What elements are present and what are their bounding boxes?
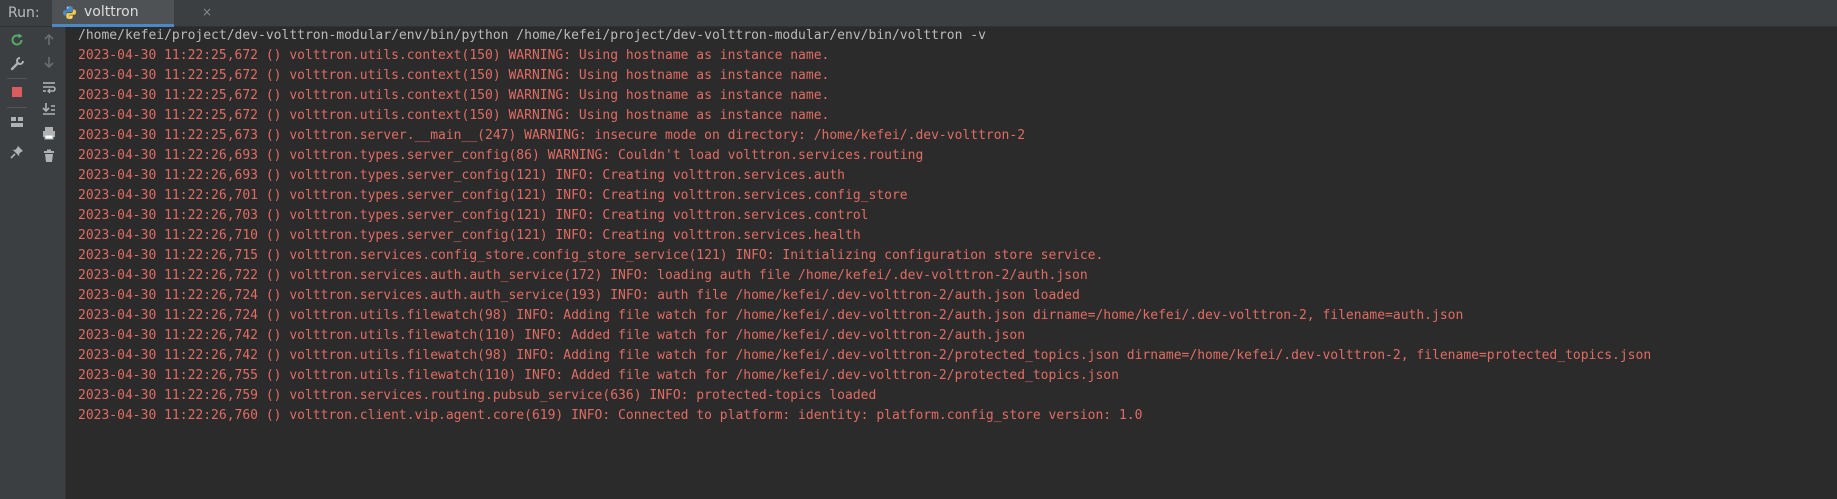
log-line: 2023-04-30 11:22:26,693 () volttron.type…	[78, 168, 846, 183]
command-line: /home/kefei/project/dev-volttron-modular…	[78, 28, 986, 43]
wrench-icon[interactable]	[6, 53, 28, 75]
log-line: 2023-04-30 11:22:25,673 () volttron.serv…	[78, 128, 1026, 143]
console-output[interactable]: /home/kefei/project/dev-volttron-modular…	[66, 27, 1837, 499]
run-tab-bar: Run: volttron ×	[0, 0, 1837, 27]
log-line: 2023-04-30 11:22:26,742 () volttron.util…	[78, 328, 1026, 343]
down-arrow-icon[interactable]	[38, 51, 60, 73]
soft-wrap-icon[interactable]	[38, 76, 60, 98]
python-icon	[62, 5, 77, 20]
log-line: 2023-04-30 11:22:26,701 () volttron.type…	[78, 188, 908, 203]
stop-icon[interactable]	[6, 81, 28, 103]
scroll-to-end-icon[interactable]	[38, 98, 60, 120]
run-label: Run:	[8, 5, 40, 21]
log-line: 2023-04-30 11:22:26,755 () volttron.util…	[78, 368, 1119, 383]
up-arrow-icon[interactable]	[38, 29, 60, 51]
log-line: 2023-04-30 11:22:26,742 () volttron.util…	[78, 348, 1652, 363]
log-line: 2023-04-30 11:22:26,724 () volttron.util…	[78, 308, 1464, 323]
log-line: 2023-04-30 11:22:26,722 () volttron.serv…	[78, 268, 1088, 283]
log-line: 2023-04-30 11:22:26,724 () volttron.serv…	[78, 288, 1080, 303]
rerun-icon[interactable]	[6, 29, 28, 51]
log-line: 2023-04-30 11:22:25,672 () volttron.util…	[78, 88, 830, 103]
log-line: 2023-04-30 11:22:25,672 () volttron.util…	[78, 68, 830, 83]
log-line: 2023-04-30 11:22:26,759 () volttron.serv…	[78, 388, 877, 403]
log-line: 2023-04-30 11:22:26,760 () volttron.clie…	[78, 408, 1143, 423]
log-line: 2023-04-30 11:22:25,672 () volttron.util…	[78, 108, 830, 123]
log-line: 2023-04-30 11:22:26,710 () volttron.type…	[78, 228, 861, 243]
tab-volttron[interactable]: volttron ×	[52, 0, 212, 27]
trash-icon[interactable]	[38, 145, 60, 167]
log-line: 2023-04-30 11:22:25,672 () volttron.util…	[78, 48, 830, 63]
print-icon[interactable]	[38, 122, 60, 144]
log-line: 2023-04-30 11:22:26,703 () volttron.type…	[78, 208, 869, 223]
log-line: 2023-04-30 11:22:26,693 () volttron.type…	[78, 148, 924, 163]
tab-title: volttron	[84, 4, 139, 20]
layout-icon[interactable]	[6, 111, 28, 133]
run-toolbar	[0, 27, 66, 499]
pin-icon[interactable]	[6, 141, 28, 163]
toolbar-separator	[7, 78, 27, 79]
close-icon[interactable]: ×	[202, 5, 212, 19]
toolbar-separator	[7, 107, 27, 108]
log-line: 2023-04-30 11:22:26,715 () volttron.serv…	[78, 248, 1104, 263]
